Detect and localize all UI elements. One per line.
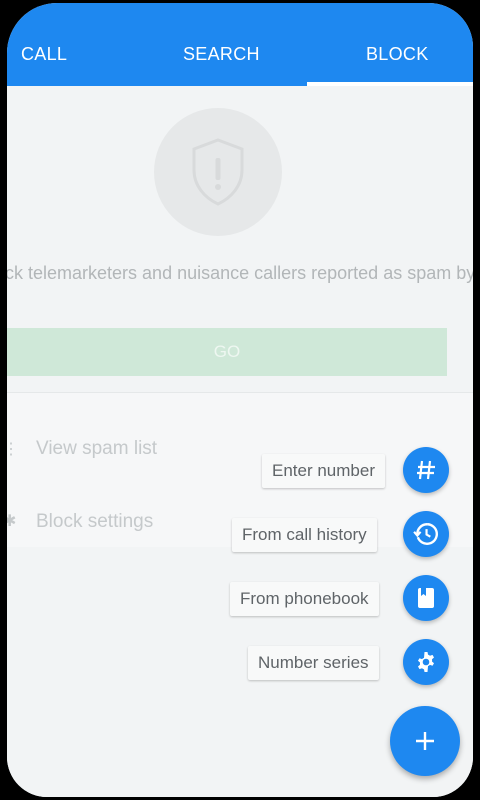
gear-icon: ✱: [7, 513, 17, 530]
go-button[interactable]: GO: [7, 328, 447, 376]
shield-badge: [154, 108, 282, 236]
phonebook-icon: [418, 588, 434, 608]
block-description-text: ock telemarketers and nuisance callers r…: [7, 263, 473, 283]
block-description: ock telemarketers and nuisance callers r…: [7, 261, 473, 285]
block-settings-item[interactable]: Block settings: [36, 511, 153, 533]
list-icon: ⋮: [7, 441, 19, 458]
from-phonebook-label[interactable]: From phonebook: [230, 582, 379, 616]
tab-search[interactable]: SEARCH: [183, 44, 260, 65]
number-series-button[interactable]: [403, 639, 449, 685]
enter-number-button[interactable]: [403, 447, 449, 493]
number-series-label[interactable]: Number series: [248, 646, 379, 680]
from-phonebook-button[interactable]: [403, 575, 449, 621]
enter-number-label[interactable]: Enter number: [262, 454, 385, 488]
block-page: ock telemarketers and nuisance callers r…: [7, 86, 473, 797]
tab-block[interactable]: BLOCK: [366, 44, 429, 65]
shield-alert-icon: [192, 138, 244, 206]
add-block-fab[interactable]: [390, 706, 460, 776]
gear-icon: [418, 652, 434, 672]
phone-screen: CALL SEARCH BLOCK ock telemarketers and …: [7, 3, 473, 797]
hash-icon: [417, 460, 435, 480]
plus-icon: [416, 732, 434, 750]
tab-bar: CALL SEARCH BLOCK: [7, 3, 473, 86]
from-call-history-label[interactable]: From call history: [232, 518, 377, 552]
from-call-history-button[interactable]: [403, 511, 449, 557]
view-spam-list-item[interactable]: View spam list: [36, 438, 157, 460]
history-icon: [413, 523, 438, 545]
tab-call[interactable]: CALL: [21, 44, 67, 65]
